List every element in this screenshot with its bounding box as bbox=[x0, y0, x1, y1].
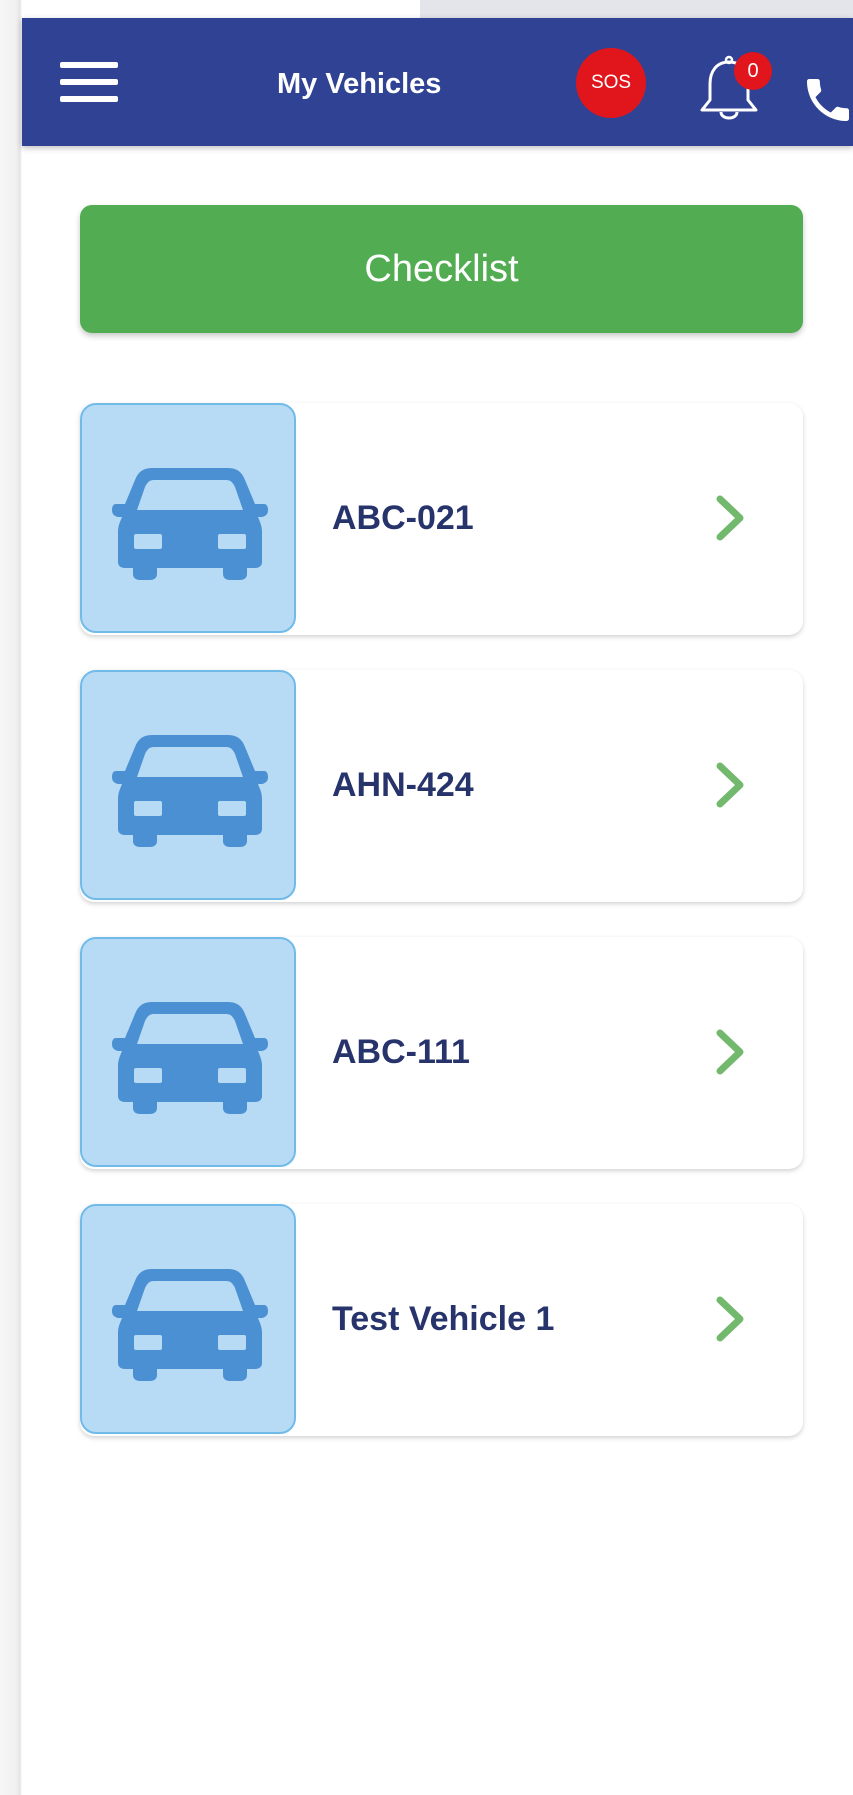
frame-left-edge bbox=[0, 0, 22, 1795]
notification-count-badge: 0 bbox=[734, 52, 772, 90]
vehicle-thumbnail bbox=[80, 1204, 296, 1434]
vehicle-thumbnail bbox=[80, 937, 296, 1167]
chevron-right-icon bbox=[716, 762, 744, 808]
car-icon bbox=[112, 1269, 268, 1381]
vehicle-card[interactable]: Test Vehicle 1 bbox=[80, 1204, 803, 1436]
vehicle-card[interactable]: ABC-111 bbox=[80, 937, 803, 1169]
notifications-button[interactable]: 0 bbox=[696, 48, 772, 138]
window-top-strip bbox=[420, 0, 853, 18]
car-icon bbox=[112, 735, 268, 847]
chevron-right-icon bbox=[716, 495, 744, 541]
checklist-button[interactable]: Checklist bbox=[80, 205, 803, 333]
vehicle-name: ABC-021 bbox=[332, 499, 474, 537]
app-bar: My Vehicles SOS 0 bbox=[22, 18, 853, 146]
vehicle-thumbnail bbox=[80, 670, 296, 900]
chevron-right-icon bbox=[716, 1296, 744, 1342]
phone-icon[interactable] bbox=[800, 72, 853, 128]
hamburger-menu-icon[interactable] bbox=[60, 62, 120, 106]
vehicle-name: Test Vehicle 1 bbox=[332, 1300, 555, 1338]
car-icon bbox=[112, 1002, 268, 1114]
car-icon bbox=[112, 468, 268, 580]
vehicle-name: ABC-111 bbox=[332, 1033, 470, 1071]
vehicle-card[interactable]: ABC-021 bbox=[80, 403, 803, 635]
vehicle-thumbnail bbox=[80, 403, 296, 633]
page-title: My Vehicles bbox=[277, 68, 442, 100]
vehicle-name: AHN-424 bbox=[332, 766, 474, 804]
chevron-right-icon bbox=[716, 1029, 744, 1075]
vehicle-card[interactable]: AHN-424 bbox=[80, 670, 803, 902]
sos-button[interactable]: SOS bbox=[576, 48, 646, 118]
